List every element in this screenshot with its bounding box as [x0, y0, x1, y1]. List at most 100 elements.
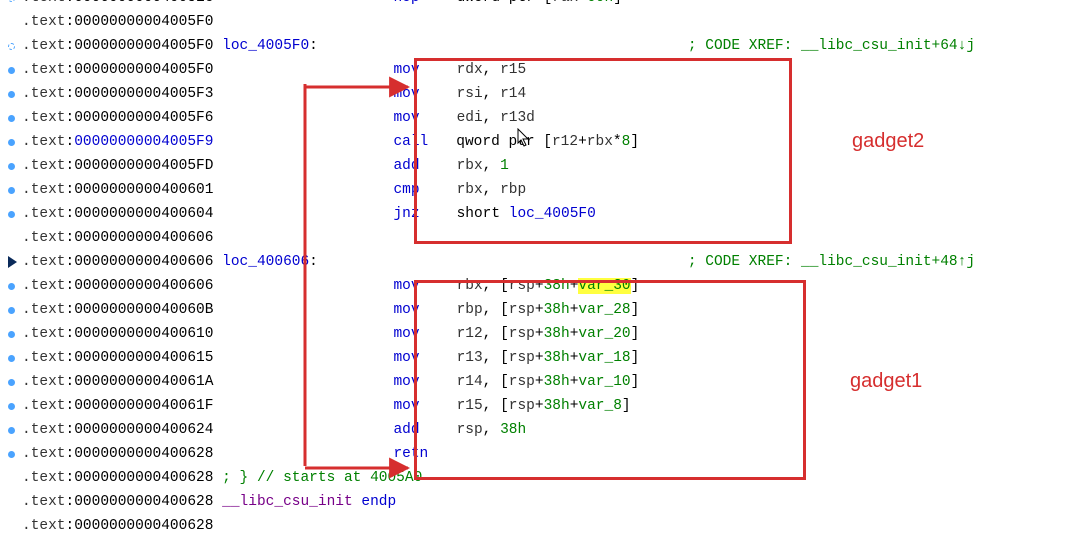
- breakpoint-dot[interactable]: [8, 427, 15, 434]
- gutter-cell[interactable]: [0, 403, 22, 410]
- address: 0000000000400601: [74, 182, 213, 198]
- breakpoint-dot[interactable]: [8, 91, 15, 98]
- breakpoint-dot-outline[interactable]: [8, 43, 15, 50]
- breakpoint-dot[interactable]: [8, 307, 15, 314]
- address: 0000000000400615: [74, 350, 213, 366]
- gutter-cell[interactable]: [0, 187, 22, 194]
- operand-var: var_8: [578, 398, 622, 414]
- breakpoint-dot[interactable]: [8, 403, 15, 410]
- operand-text: dword ptr: [457, 0, 544, 6]
- breakpoint-dot[interactable]: [8, 163, 15, 170]
- operand-text: [: [500, 302, 509, 318]
- asm-text: .text:000000000040061Fmovr15, [rsp+38h+v…: [22, 398, 631, 414]
- asm-line[interactable]: .text:0000000000400615movr13, [rsp+38h+v…: [0, 346, 1090, 370]
- operand-var: var_28: [578, 302, 630, 318]
- asm-line[interactable]: .text:0000000000400601cmprbx, rbp: [0, 178, 1090, 202]
- asm-line[interactable]: .text:00000000004005F3movrsi, r14: [0, 82, 1090, 106]
- location-label: loc_4005F0: [222, 38, 309, 54]
- gutter-cell[interactable]: [0, 67, 22, 74]
- asm-line[interactable]: .text:00000000004005F6movedi, r13d: [0, 106, 1090, 130]
- asm-line[interactable]: .text:000000000040061Amovr14, [rsp+38h+v…: [0, 370, 1090, 394]
- gutter-cell[interactable]: [0, 451, 22, 458]
- mouse-cursor: [516, 128, 532, 148]
- segment-name: .text: [22, 62, 66, 78]
- asm-line[interactable]: .text:0000000000400606: [0, 226, 1090, 250]
- gutter-cell[interactable]: [0, 211, 22, 218]
- asm-line[interactable]: .text:00000000004005F0 loc_4005F0:; CODE…: [0, 34, 1090, 58]
- breakpoint-dot[interactable]: [8, 379, 15, 386]
- gutter-cell[interactable]: [0, 0, 22, 2]
- segment-name: .text: [22, 398, 66, 414]
- asm-text: .text:00000000004005F0: [22, 14, 213, 30]
- breakpoint-dot[interactable]: [8, 331, 15, 338]
- breakpoint-dot[interactable]: [8, 67, 15, 74]
- asm-line[interactable]: .text:0000000000400624addrsp, 38h: [0, 418, 1090, 442]
- asm-line[interactable]: .text:00000000004005F9callqword ptr [r12…: [0, 130, 1090, 154]
- asm-line[interactable]: .text:000000000040060Bmovrbp, [rsp+38h+v…: [0, 298, 1090, 322]
- operand-text: *: [613, 134, 622, 150]
- segment-name: .text: [22, 158, 66, 174]
- operand-num: 38h: [544, 374, 570, 390]
- asm-line[interactable]: .text:0000000000400628: [0, 514, 1090, 538]
- gutter-cell[interactable]: [0, 331, 22, 338]
- operand-text: +: [535, 302, 544, 318]
- breakpoint-dot-outline[interactable]: [8, 0, 15, 2]
- asm-line[interactable]: .text:0000000000400606 loc_400606:; CODE…: [0, 250, 1090, 274]
- operand-reg: rbp: [457, 302, 483, 318]
- gutter-cell[interactable]: [0, 43, 22, 50]
- breakpoint-dot[interactable]: [8, 451, 15, 458]
- asm-line[interactable]: .text:0000000000400606movrbx, [rsp+38h+v…: [0, 274, 1090, 298]
- gutter-cell[interactable]: [0, 307, 22, 314]
- disassembly-view: .text:00000000004005ECnopdword ptr [rax+…: [0, 0, 1090, 538]
- segment-name: .text: [22, 134, 66, 150]
- asm-line[interactable]: .text:00000000004005ECnopdword ptr [rax+…: [0, 0, 1090, 10]
- asm-line[interactable]: .text:0000000000400628 __libc_csu_init e…: [0, 490, 1090, 514]
- address: 000000000040061F: [74, 398, 213, 414]
- operand-reg: r12: [457, 326, 483, 342]
- asm-line[interactable]: .text:00000000004005FDaddrbx, 1: [0, 154, 1090, 178]
- segment-name: .text: [22, 374, 66, 390]
- operand-text: short: [457, 206, 509, 222]
- asm-line[interactable]: .text:000000000040061Fmovr15, [rsp+38h+v…: [0, 394, 1090, 418]
- operand-text: [: [500, 374, 509, 390]
- operand-reg: rsp: [509, 350, 535, 366]
- mnemonic: cmp: [393, 182, 419, 198]
- asm-text: .text:000000000040061Amovr14, [rsp+38h+v…: [22, 374, 639, 390]
- asm-text: .text:000000000040060Bmovrbp, [rsp+38h+v…: [22, 302, 639, 318]
- gutter-cell[interactable]: [0, 256, 22, 268]
- gutter-cell[interactable]: [0, 163, 22, 170]
- breakpoint-dot[interactable]: [8, 211, 15, 218]
- breakpoint-dot[interactable]: [8, 187, 15, 194]
- asm-line[interactable]: .text:0000000000400628retn: [0, 442, 1090, 466]
- gutter-cell[interactable]: [0, 379, 22, 386]
- operand-label: loc_4005F0: [509, 206, 596, 222]
- gutter-cell[interactable]: [0, 427, 22, 434]
- operand-reg: rsp: [509, 398, 535, 414]
- asm-line[interactable]: .text:00000000004005F0movrdx, r15: [0, 58, 1090, 82]
- asm-text: .text:0000000000400606movrbx, [rsp+38h+v…: [22, 278, 639, 294]
- gutter-cell[interactable]: [0, 91, 22, 98]
- asm-line[interactable]: .text:00000000004005F0: [0, 10, 1090, 34]
- breakpoint-dot[interactable]: [8, 355, 15, 362]
- asm-line[interactable]: .text:0000000000400604jnzshort loc_4005F…: [0, 202, 1090, 226]
- address: 0000000000400604: [74, 206, 213, 222]
- operand-text: +: [535, 326, 544, 342]
- gutter-cell[interactable]: [0, 355, 22, 362]
- segment-name: .text: [22, 86, 66, 102]
- breakpoint-dot[interactable]: [8, 139, 15, 146]
- breakpoint-dot[interactable]: [8, 115, 15, 122]
- asm-text: .text:00000000004005F0 loc_4005F0:; CODE…: [22, 38, 975, 54]
- asm-line[interactable]: .text:0000000000400628 ; } // starts at …: [0, 466, 1090, 490]
- breakpoint-dot[interactable]: [8, 283, 15, 290]
- gutter-cell[interactable]: [0, 115, 22, 122]
- gutter-cell[interactable]: [0, 139, 22, 146]
- gutter-cell[interactable]: [0, 283, 22, 290]
- segment-name: .text: [22, 278, 66, 294]
- operand-text: ,: [483, 158, 500, 174]
- operand-reg: r14: [457, 374, 483, 390]
- operand-reg: r15: [500, 62, 526, 78]
- operand-text: [: [500, 398, 509, 414]
- operand-text: ,: [483, 278, 500, 294]
- operand-reg: r13: [457, 350, 483, 366]
- asm-line[interactable]: .text:0000000000400610movr12, [rsp+38h+v…: [0, 322, 1090, 346]
